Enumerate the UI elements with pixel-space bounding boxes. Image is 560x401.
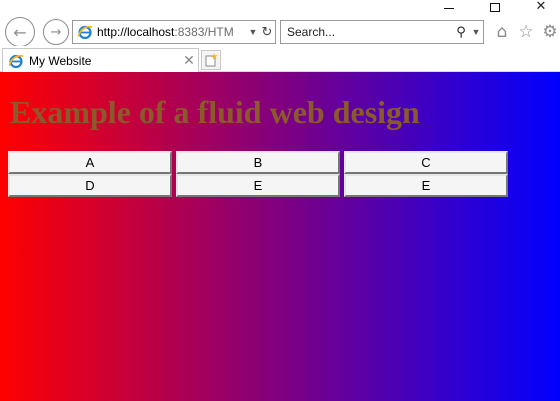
page-heading: Example of a fluid web design [10,94,420,130]
button-c[interactable]: C [344,151,508,174]
tab-title: My Website [29,53,92,68]
ie-logo-icon [8,54,24,68]
maximize-button[interactable] [480,0,510,14]
minimize-button[interactable] [434,0,464,14]
address-bar[interactable]: http://localhost:8383/HTM ▼ ↻ [72,20,276,44]
url-text[interactable]: http://localhost:8383/HTM [97,25,247,39]
close-window-button[interactable]: ✕ [526,0,556,14]
button-e-second[interactable]: E [344,174,508,197]
minimize-icon [444,7,454,9]
gear-icon: ⚙ [542,22,558,42]
window-title-bar: ✕ [0,0,560,14]
home-button[interactable]: ⌂ [492,22,512,42]
home-icon: ⌂ [496,22,508,42]
address-dropdown-icon[interactable]: ▼ [247,27,259,37]
tab-my-website[interactable]: My Website ✕ [2,48,199,72]
maximize-icon [490,2,500,12]
navigation-bar: ← → http://localhost:8383/HTM ▼ ↻ Search… [0,14,560,47]
tab-close-icon[interactable]: ✕ [180,53,198,69]
ie-logo-icon [77,25,93,40]
search-input[interactable]: Search... [287,25,453,39]
tab-row: My Website ✕ [0,46,560,72]
forward-button[interactable]: → [43,19,69,45]
settings-button[interactable]: ⚙ [540,22,560,42]
back-button[interactable]: ← [5,17,35,47]
new-tab-icon [205,53,218,67]
star-icon: ☆ [518,22,534,42]
search-icon[interactable]: ⚲ [453,25,469,40]
back-arrow-icon: ← [13,22,27,42]
favorites-button[interactable]: ☆ [516,22,536,42]
button-b[interactable]: B [176,151,340,174]
button-e[interactable]: E [176,174,340,197]
button-a[interactable]: A [8,151,172,174]
button-d[interactable]: D [8,174,172,197]
search-dropdown-icon[interactable]: ▼ [469,27,483,37]
close-icon: ✕ [535,0,547,14]
refresh-icon[interactable]: ↻ [259,25,275,40]
page-content: Example of a fluid web design A B C D E … [0,72,560,401]
new-tab-button[interactable] [201,50,221,70]
forward-arrow-icon: → [50,24,62,40]
button-grid: A B C D E E [8,151,510,197]
search-bar[interactable]: Search... ⚲ ▼ [280,20,484,44]
